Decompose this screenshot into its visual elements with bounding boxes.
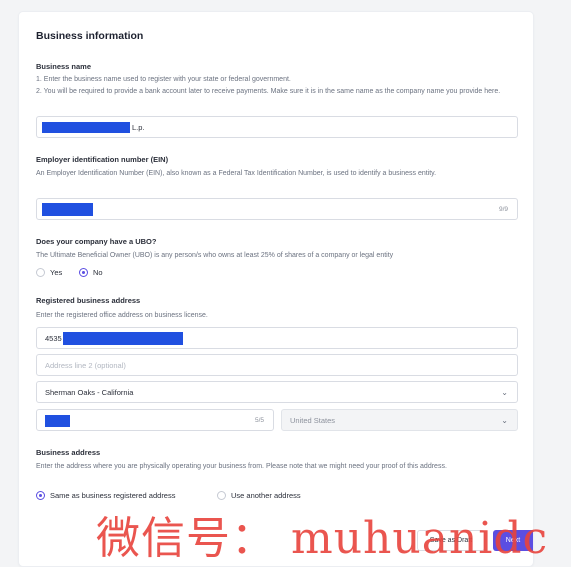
ubo-label: Does your company have a UBO? (36, 237, 157, 246)
business-name-description: 1. Enter the business name used to regis… (36, 74, 518, 98)
business-name-input[interactable]: L.p. (36, 116, 518, 138)
ubo-no-label: No (93, 268, 103, 277)
ein-label: Employer identification number (EIN) (36, 155, 169, 164)
redaction (45, 415, 70, 427)
address-line-2-input[interactable]: Address line 2 (optional) (36, 354, 518, 376)
business-address-label: Business address (36, 448, 101, 457)
same-address-radio[interactable]: Same as business registered address (36, 491, 175, 500)
ein-description: An Employer Identification Number (EIN),… (36, 170, 437, 177)
ein-input[interactable]: 9/9 (36, 198, 518, 220)
section-title: Business information (36, 30, 144, 42)
same-address-label: Same as business registered address (50, 491, 176, 500)
country-select: United States ⌄ (281, 409, 518, 431)
chevron-down-icon: ⌄ (501, 416, 508, 425)
radio-unchecked-icon (36, 268, 45, 277)
another-address-label: Use another address (231, 491, 301, 500)
save-draft-button[interactable]: Save as Draft (417, 530, 485, 551)
city-state-value: Sherman Oaks - California (45, 388, 134, 397)
next-button[interactable]: Next (493, 530, 533, 551)
redaction (42, 203, 93, 216)
business-name-label: Business name (36, 62, 92, 71)
business-info-card: Business information Business name 1. En… (19, 12, 533, 566)
radio-checked-icon (36, 491, 45, 500)
another-address-radio[interactable]: Use another address (217, 491, 301, 500)
city-state-select[interactable]: Sherman Oaks - California ⌄ (36, 381, 518, 403)
ubo-yes-label: Yes (50, 268, 63, 277)
redaction (42, 122, 130, 133)
zip-counter: 5/5 (254, 417, 264, 424)
radio-checked-icon (79, 268, 88, 277)
address-line-1-input[interactable]: 4535 (36, 327, 518, 349)
business-name-hint-2: 2. You will be required to provide a ban… (36, 88, 501, 95)
ubo-yes-radio[interactable]: Yes (36, 268, 62, 277)
ein-counter: 9/9 (498, 206, 508, 213)
ubo-no-radio[interactable]: No (79, 268, 103, 277)
address-line-1-value: 4535 (45, 334, 62, 343)
registered-address-description: Enter the registered office address on b… (36, 312, 208, 319)
chevron-down-icon: ⌄ (501, 388, 508, 397)
radio-unchecked-icon (217, 491, 226, 500)
zip-input[interactable]: 5/5 (36, 409, 274, 431)
address-line-2-placeholder: Address line 2 (optional) (45, 361, 126, 370)
registered-address-label: Registered business address (36, 296, 141, 305)
business-name-hint-1: 1. Enter the business name used to regis… (36, 76, 291, 83)
business-address-description: Enter the address where you are physical… (36, 463, 447, 470)
ubo-description: The Ultimate Beneficial Owner (UBO) is a… (36, 252, 394, 259)
redaction (63, 332, 183, 345)
business-name-value: L.p. (132, 123, 145, 132)
country-value: United States (290, 416, 336, 425)
